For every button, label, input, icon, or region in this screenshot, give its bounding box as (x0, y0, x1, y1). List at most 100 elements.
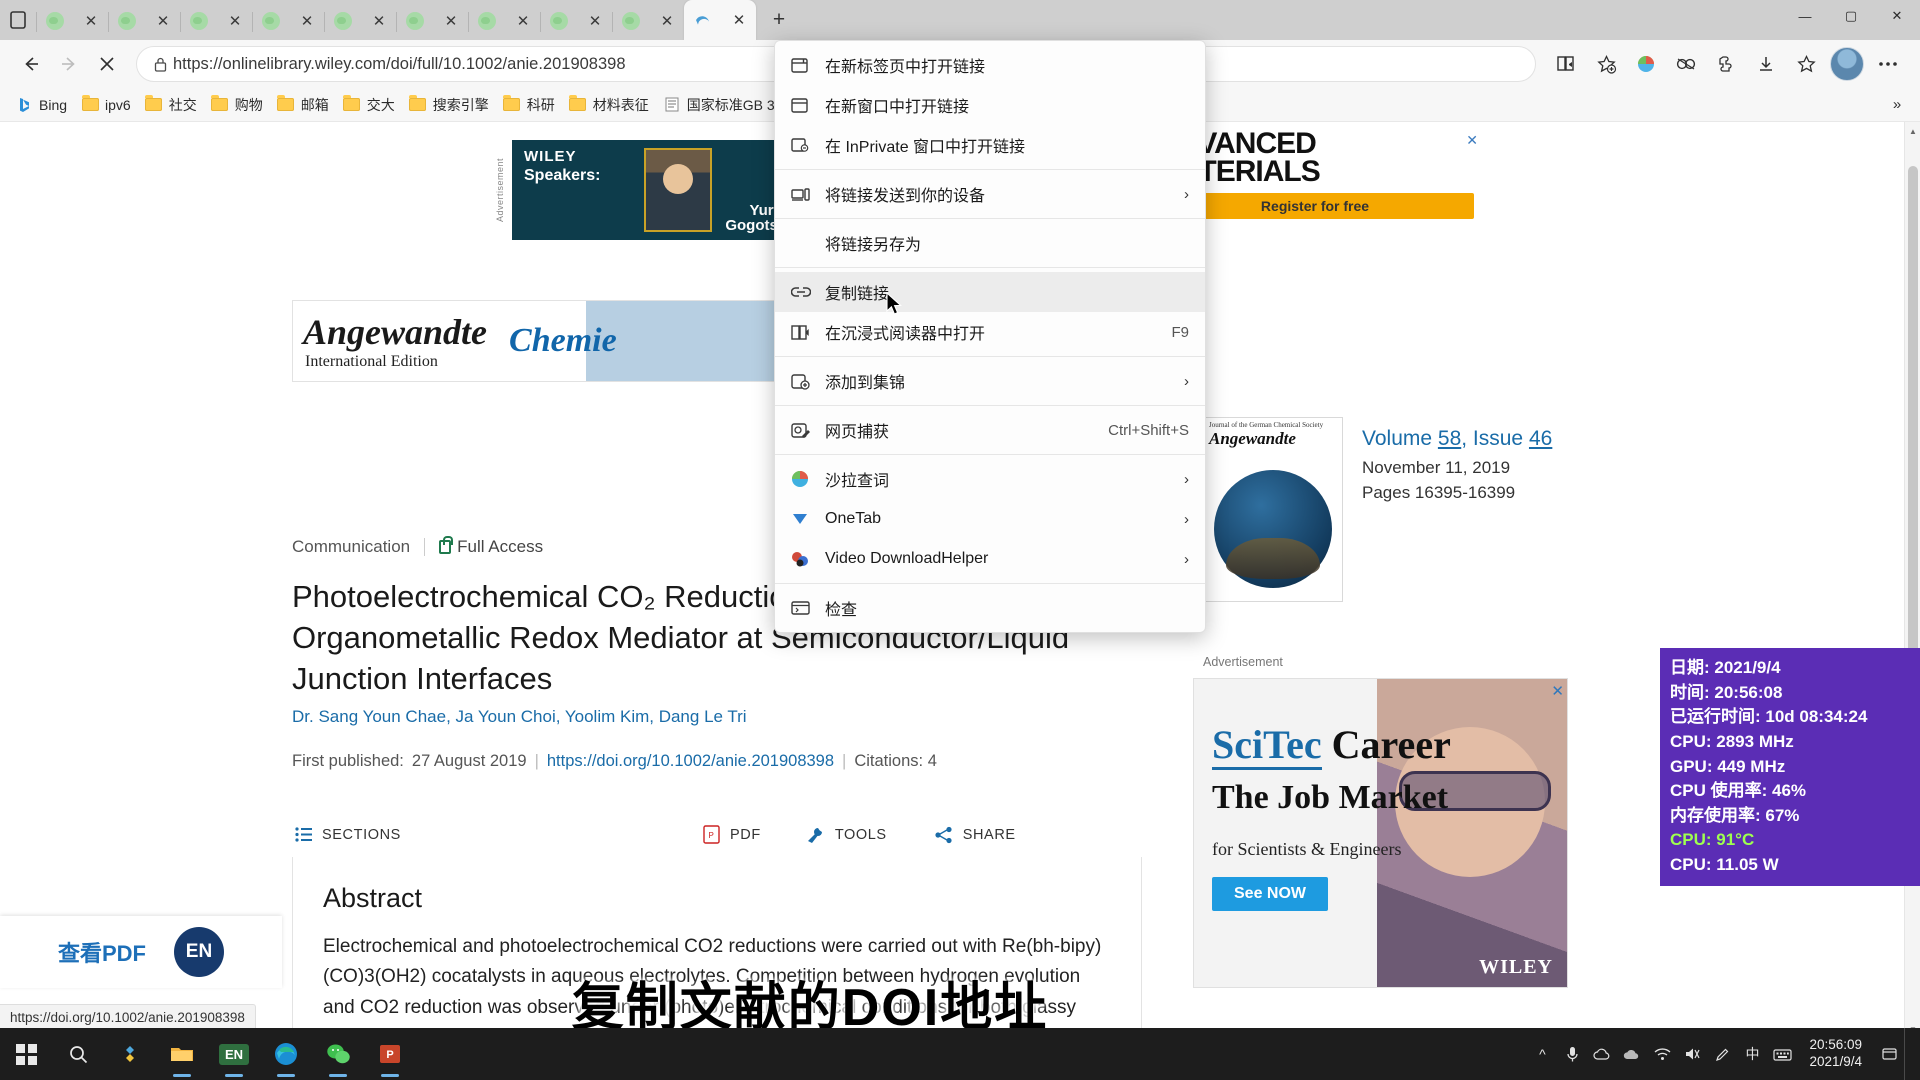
side-advertisement[interactable]: ✕ SciTec Career The Job Market for Scien… (1193, 678, 1568, 988)
settings-more-icon[interactable] (1868, 44, 1908, 84)
tray-expand-icon[interactable]: ^ (1527, 1028, 1557, 1080)
pdf-button[interactable]: P PDF (700, 825, 761, 845)
tab-close-button[interactable]: ✕ (582, 8, 608, 34)
close-icon[interactable]: ✕ (1551, 682, 1564, 700)
file-explorer-button[interactable] (156, 1028, 208, 1080)
taskbar-clock[interactable]: 20:56:09 2021/9/4 (1797, 1037, 1874, 1071)
volume-icon[interactable] (1677, 1028, 1707, 1080)
bookmark-item-4[interactable]: 邮箱 (270, 92, 336, 118)
tab-close-button[interactable]: ✕ (294, 8, 320, 34)
cloud-sync-icon[interactable] (1587, 1028, 1617, 1080)
sections-button[interactable]: SECTIONS (292, 825, 502, 845)
tab-close-button[interactable]: ✕ (150, 8, 176, 34)
keyboard-icon[interactable] (1767, 1028, 1797, 1080)
close-icon[interactable]: ✕ (1466, 132, 1478, 149)
context-menu-item-9[interactable]: 沙拉查词 › (775, 459, 1205, 499)
close-window-button[interactable]: ✕ (1874, 0, 1920, 32)
browser-tab-1[interactable]: PMS顶刊综✕ (108, 2, 475, 474)
issue-cover-image[interactable]: Journal of the German Chemical Society An… (1203, 417, 1343, 602)
context-menu-item-10[interactable]: OneTab › (775, 499, 1205, 539)
powerpoint-button[interactable]: P (364, 1028, 416, 1080)
top-advertisement[interactable]: Advertisement WILEY Speakers: Yury Gogots… (488, 140, 788, 240)
context-menu-item-4[interactable]: 将链接另存为 (775, 223, 1205, 263)
bookmark-item-2[interactable]: 社交 (138, 92, 204, 118)
bookmark-item-1[interactable]: ipv6 (74, 92, 138, 118)
context-menu-item-2[interactable]: 在 InPrivate 窗口中打开链接 (775, 125, 1205, 165)
profile-avatar[interactable] (1830, 47, 1864, 81)
tab-actions-icon[interactable] (0, 0, 36, 40)
pen-icon[interactable] (1707, 1028, 1737, 1080)
bookmark-item-3[interactable]: 购物 (204, 92, 270, 118)
tab-close-button[interactable]: ✕ (726, 7, 752, 33)
favorites-star-icon[interactable] (1786, 44, 1826, 84)
view-pdf-label[interactable]: 查看PDF (58, 936, 146, 968)
search-button[interactable] (52, 1028, 104, 1080)
stop-loading-button[interactable] (88, 45, 126, 83)
task-view-button[interactable] (104, 1028, 156, 1080)
browser-tab-7[interactable]: 李春忠EES✕ (540, 2, 905, 474)
browser-tab-6[interactable]: JACS: 光催✕ (468, 2, 834, 474)
collections-icon[interactable] (1626, 44, 1666, 84)
add-favorite-icon[interactable] (1586, 44, 1626, 84)
forward-button[interactable] (50, 45, 88, 83)
downloads-icon[interactable] (1746, 44, 1786, 84)
see-now-button[interactable]: See NOW (1212, 877, 1329, 911)
bookmark-item-6[interactable]: 搜索引擎 (402, 92, 496, 118)
tab-divider (396, 12, 397, 32)
context-menu-item-1[interactable]: 在新窗口中打开链接 (775, 85, 1205, 125)
onetab-extension-icon[interactable] (1666, 44, 1706, 84)
ime-chinese-indicator[interactable]: 中 (1737, 1028, 1767, 1080)
volume-number[interactable]: 58 (1438, 427, 1461, 450)
context-menu-item-6[interactable]: 在沉浸式阅读器中打开 F9 (775, 312, 1205, 352)
ime-button[interactable]: EN (208, 1028, 260, 1080)
browser-tab-3[interactable]: 吉林大学张✕ (252, 2, 617, 474)
browser-tab-0[interactable]: 一作+通讯✕ (36, 2, 394, 474)
context-menu-item-7[interactable]: 添加到集锦 › (775, 361, 1205, 401)
volume-line[interactable]: Volume 58, Issue 46 (1362, 427, 1622, 451)
maximize-button[interactable]: ▢ (1828, 0, 1874, 32)
doi-link[interactable]: https://doi.org/10.1002/anie.201908398 (547, 752, 834, 771)
context-menu-item-5[interactable]: 复制链接 (775, 272, 1205, 312)
microphone-icon[interactable] (1557, 1028, 1587, 1080)
tab-close-button[interactable]: ✕ (654, 8, 680, 34)
context-menu-item-12[interactable]: 检查 (775, 588, 1205, 628)
wechat-button[interactable] (312, 1028, 364, 1080)
back-button[interactable] (12, 45, 50, 83)
bookmark-item-7[interactable]: 科研 (496, 92, 562, 118)
bookmark-item-5[interactable]: 交大 (336, 92, 402, 118)
tab-close-button[interactable]: ✕ (222, 8, 248, 34)
show-desktop-button[interactable] (1904, 1028, 1912, 1080)
browser-tab-9[interactable]: Photoelect✕ (684, 0, 1045, 472)
new-tab-button[interactable]: + (762, 3, 796, 37)
page-scrollbar[interactable]: ▲ ▼ (1904, 122, 1920, 1038)
scroll-up-icon[interactable]: ▲ (1905, 122, 1920, 140)
tools-button[interactable]: TOOLS (805, 825, 887, 845)
bookmarks-overflow-button[interactable]: » (1882, 96, 1912, 113)
browser-tab-2[interactable]: 郭雪峰/莫✕ (180, 2, 534, 474)
browser-tab-8[interactable]: Angew: 半✕ (612, 2, 971, 474)
issue-number[interactable]: 46 (1529, 427, 1552, 450)
browser-tab-5[interactable]: 有机离子聚✕ (396, 2, 761, 474)
browser-tab-4[interactable]: 赵惠军教授✕ (324, 2, 689, 474)
notifications-icon[interactable] (1874, 1028, 1904, 1080)
minimize-button[interactable]: — (1782, 0, 1828, 32)
read-aloud-icon[interactable] (1546, 44, 1586, 84)
onedrive-icon[interactable] (1617, 1028, 1647, 1080)
bookmark-item-8[interactable]: 材料表征 (562, 92, 656, 118)
bookmark-item-0[interactable]: Bing (8, 92, 74, 118)
context-menu-item-3[interactable]: 将链接发送到你的设备 › (775, 174, 1205, 214)
edge-browser-button[interactable] (260, 1028, 312, 1080)
extension-puzzle-icon[interactable] (1706, 44, 1746, 84)
start-button[interactable] (0, 1028, 52, 1080)
context-menu-item-8[interactable]: 网页捕获 Ctrl+Shift+S (775, 410, 1205, 450)
network-icon[interactable] (1647, 1028, 1677, 1080)
tab-close-button[interactable]: ✕ (510, 8, 536, 34)
tab-close-button[interactable]: ✕ (366, 8, 392, 34)
share-button[interactable]: SHARE (933, 825, 1016, 845)
tab-close-button[interactable]: ✕ (438, 8, 464, 34)
article-authors[interactable]: Dr. Sang Youn Chae, Ja Youn Choi, Yoolim… (292, 704, 992, 730)
context-menu-item-0[interactable]: 在新标签页中打开链接 (775, 45, 1205, 85)
issue-date: November 11, 2019 (1362, 458, 1511, 477)
tab-close-button[interactable]: ✕ (78, 8, 104, 34)
context-menu-item-11[interactable]: Video DownloadHelper › (775, 539, 1205, 579)
